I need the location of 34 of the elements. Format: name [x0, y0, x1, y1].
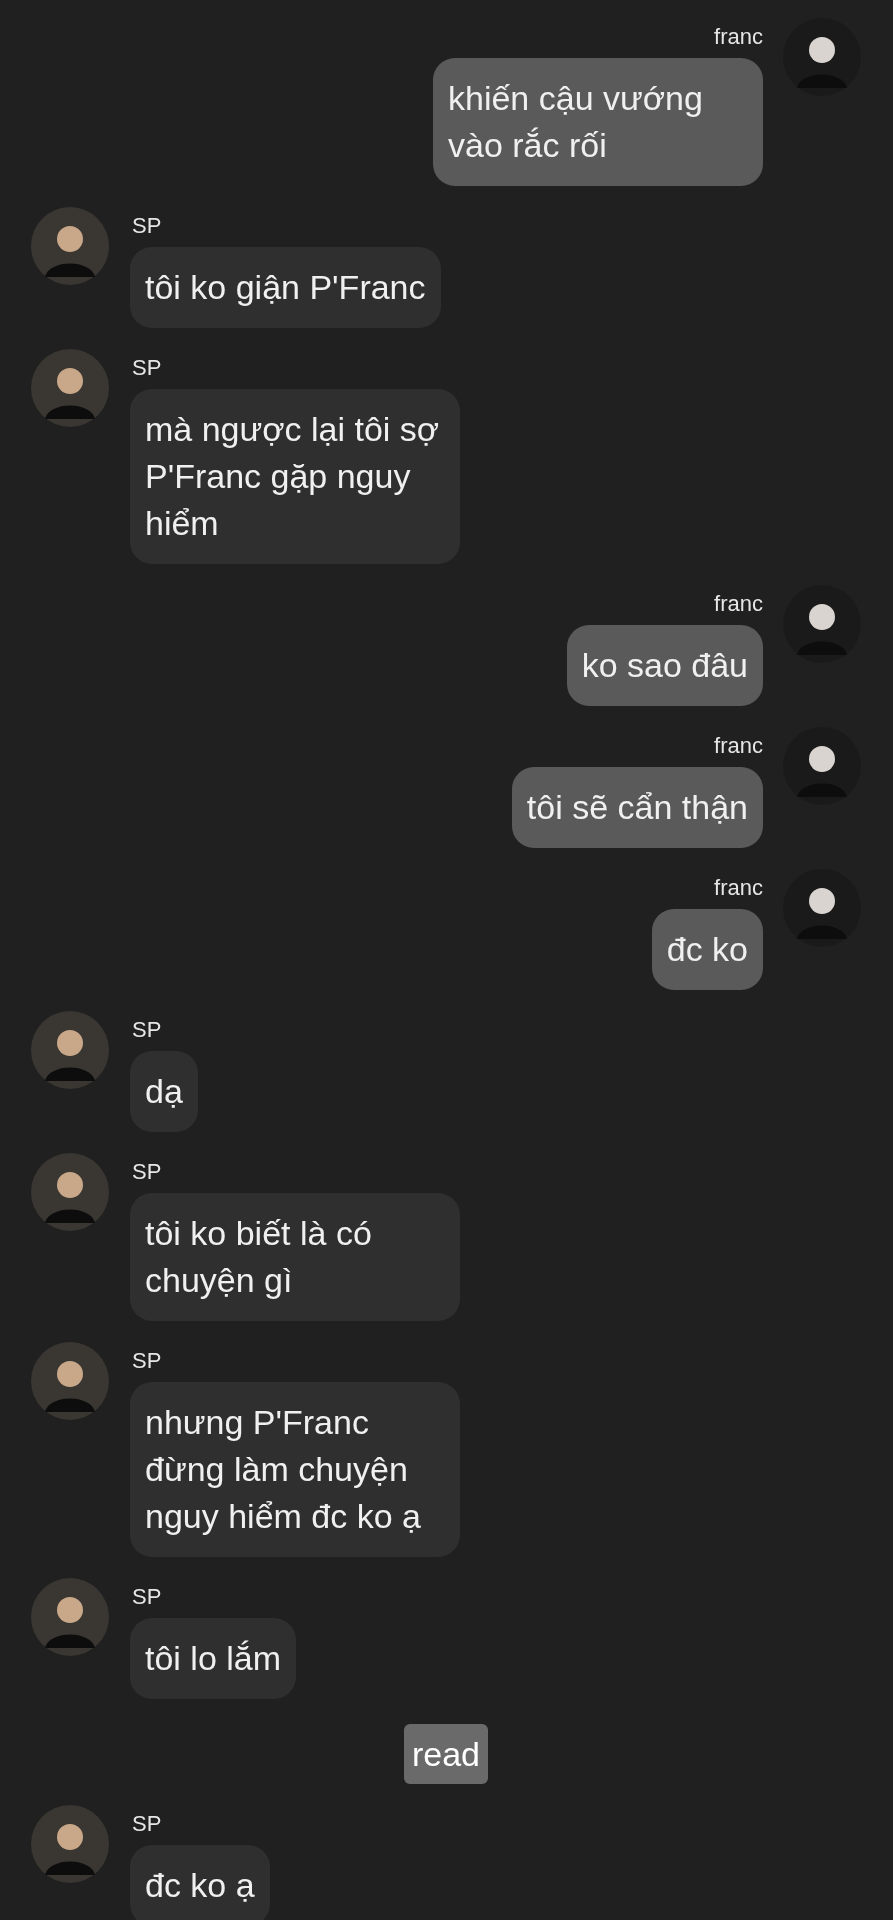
message-bubble: ko sao đâu — [566, 625, 763, 706]
read-receipt: read — [403, 1724, 489, 1784]
avatar-icon — [31, 1153, 109, 1231]
avatar-icon — [783, 585, 861, 663]
avatar-icon — [783, 18, 861, 96]
message-bubble: đc ko ạ — [130, 1845, 270, 1920]
sender-name: SP — [132, 213, 162, 239]
sender-name: SP — [132, 1811, 162, 1837]
avatar-icon — [783, 869, 861, 947]
message-bubble: tôi ko biết là có chuyện gì — [130, 1193, 460, 1321]
message-bubble: đc ko — [651, 909, 763, 990]
sender-name: franc — [714, 875, 763, 901]
avatar-icon — [31, 1578, 109, 1656]
message-bubble: tôi sẽ cẩn thận — [511, 767, 763, 848]
message-bubble: tôi ko giận P'Franc — [130, 247, 441, 328]
message-bubble: mà ngược lại tôi sợ P'Franc gặp nguy hiểm — [130, 389, 460, 564]
avatar-icon — [31, 349, 109, 427]
sender-name: SP — [132, 355, 162, 381]
avatar-icon — [31, 207, 109, 285]
message-bubble: khiến cậu vướng vào rắc rối — [433, 58, 763, 186]
avatar-icon — [31, 1011, 109, 1089]
avatar-icon — [783, 727, 861, 805]
sender-name: SP — [132, 1348, 162, 1374]
sender-name: SP — [132, 1017, 162, 1043]
sender-name: franc — [714, 24, 763, 50]
sender-name: franc — [714, 733, 763, 759]
message-bubble: nhưng P'Franc đừng làm chuyện nguy hiểm đc ko ạ — [130, 1382, 460, 1557]
sender-name: SP — [132, 1584, 162, 1610]
message-bubble: dạ — [130, 1051, 198, 1132]
avatar-icon — [31, 1805, 109, 1883]
sender-name: SP — [132, 1159, 162, 1185]
avatar-icon — [31, 1342, 109, 1420]
sender-name: franc — [714, 591, 763, 617]
message-bubble: tôi lo lắm — [130, 1618, 297, 1699]
